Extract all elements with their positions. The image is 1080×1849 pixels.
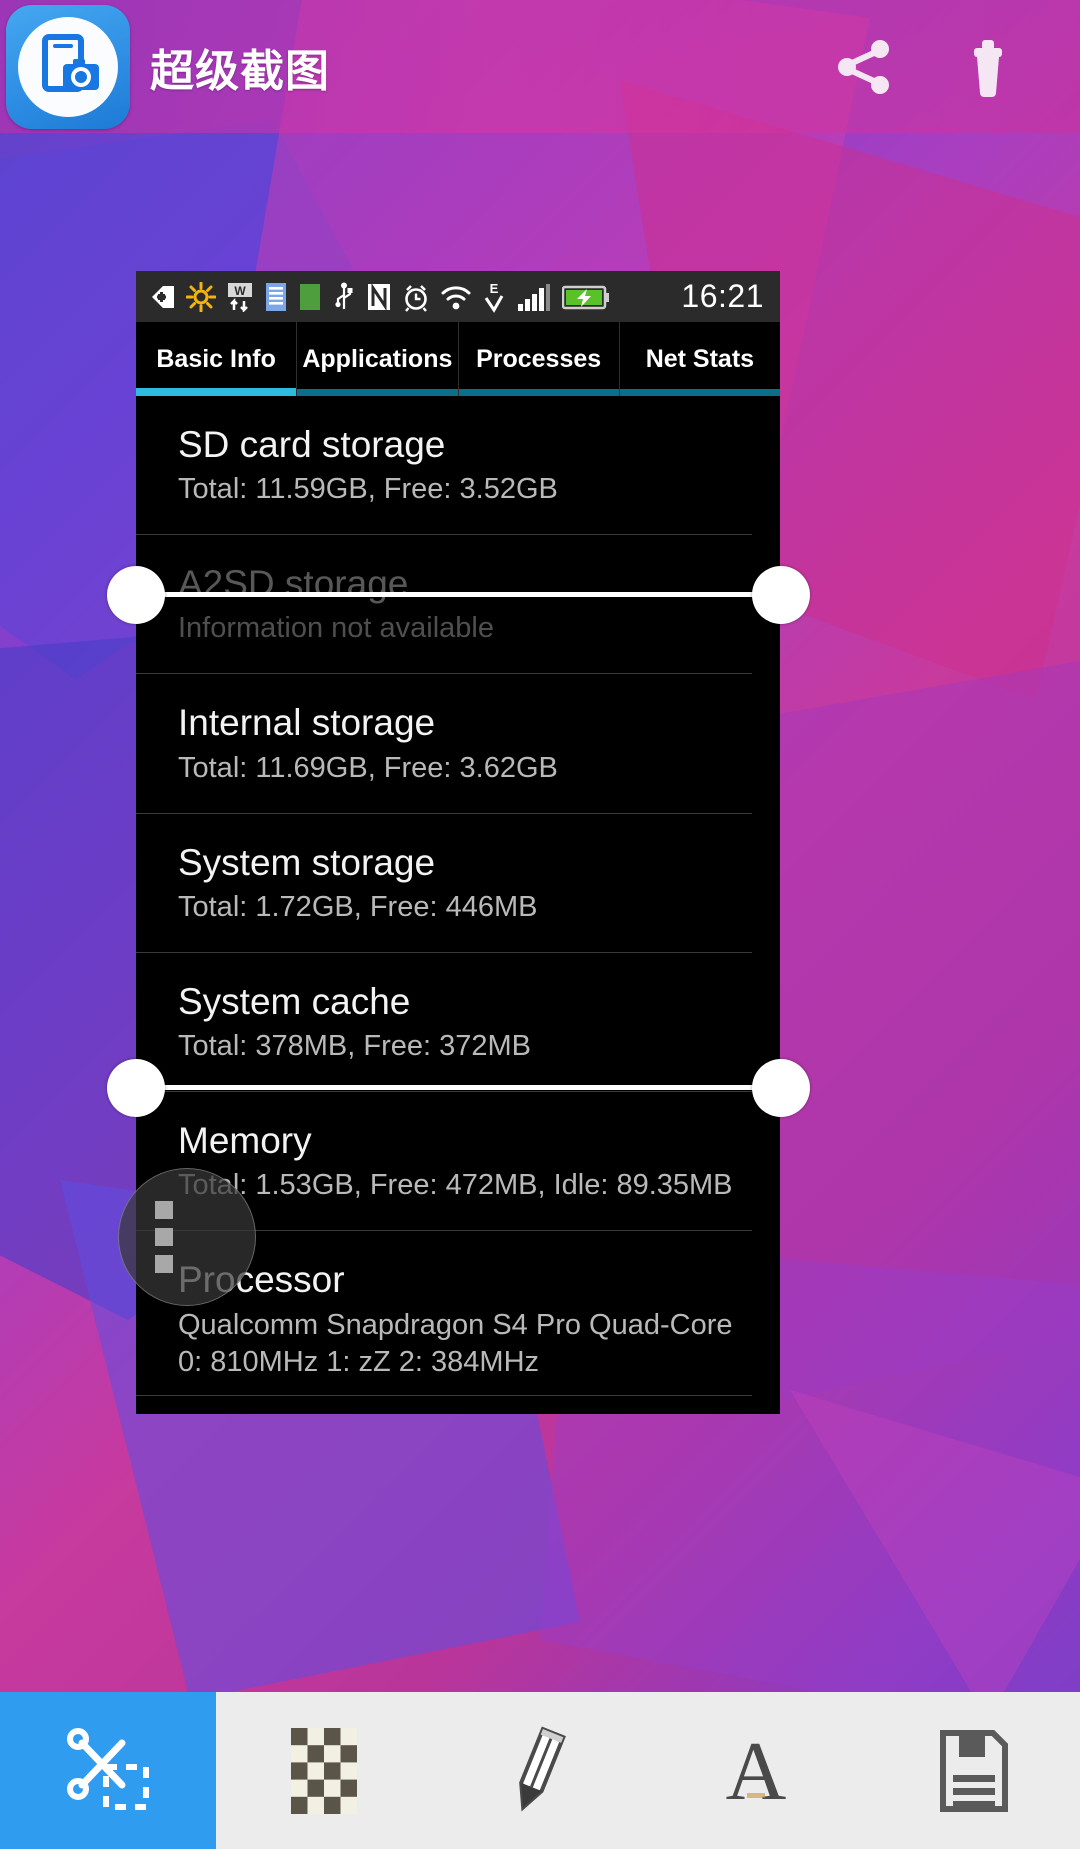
list-item[interactable]: System storage Total: 1.72GB, Free: 446M…: [136, 814, 752, 953]
list-item[interactable]: SD card storage Total: 11.59GB, Free: 3.…: [136, 396, 752, 536]
tab-indicator: [619, 389, 780, 396]
delete-icon[interactable]: [952, 31, 1024, 103]
w-sync-icon: W: [226, 282, 254, 312]
list-item-title: System storage: [178, 841, 436, 883]
usb-icon: [332, 282, 356, 312]
tab-label: Basic Info: [156, 344, 276, 373]
app-icon-disc: [18, 16, 118, 117]
status-bar-clock: 16:21: [681, 278, 764, 314]
app-title: 超级截图: [150, 46, 330, 96]
tab-indicator: [136, 388, 297, 396]
list-item: A2SD storage Information not available: [136, 535, 752, 675]
document-icon: [264, 282, 288, 312]
share-icon-glyph: [838, 39, 889, 94]
list-item-title: Memory: [178, 1120, 312, 1162]
text-a-icon: A: [726, 1725, 787, 1818]
alarm-clock-icon: [402, 282, 430, 312]
list-item-title: Processor: [178, 1259, 345, 1301]
crop-handle-bottom-right[interactable]: [752, 1059, 810, 1117]
edge-data-icon: E: [482, 281, 506, 313]
floppy-save-icon: [940, 1729, 1008, 1812]
list-item-subtitle: Total: 11.59GB, Free: 3.52GB: [178, 473, 558, 506]
list-item-subtitle: Total: 1.53GB, Free: 472MB, Idle: 89.35M…: [178, 1169, 733, 1202]
svg-text:A: A: [726, 1725, 787, 1818]
crop-tool[interactable]: [0, 1692, 216, 1849]
trash-icon-glyph: [974, 39, 1002, 97]
captured-tab-bar: Basic Info Applications Processes Net St…: [136, 322, 780, 396]
editor-toolbar: A: [0, 1692, 1080, 1849]
mosaic-tool[interactable]: [216, 1692, 432, 1849]
app-icon-screenshot: [6, 4, 130, 129]
list-item-subtitle: Total: 11.69GB, Free: 3.62GB: [178, 751, 558, 784]
signal-bars-icon: [516, 282, 552, 312]
app-bar-actions: [828, 31, 1024, 103]
list-item[interactable]: System cache Total: 378MB, Free: 372MB: [136, 953, 752, 1093]
text-tool[interactable]: A: [648, 1692, 864, 1849]
scissors-crop-icon: [67, 1727, 149, 1810]
crop-boundary-bottom[interactable]: [136, 1085, 780, 1090]
tab-label: Processes: [476, 344, 602, 373]
tab-label: Net Stats: [645, 344, 755, 373]
tab-indicator: [297, 389, 458, 396]
tab-indicator: [458, 389, 619, 396]
crop-handle-bottom-left[interactable]: [107, 1059, 165, 1117]
tab-basic-info[interactable]: Basic Info: [136, 322, 298, 396]
crop-handle-top-left[interactable]: [107, 566, 165, 624]
draw-tool[interactable]: [432, 1692, 648, 1849]
share-icon[interactable]: [828, 31, 900, 103]
list-item-subtitle: Total: 1.72GB, Free: 446MB: [178, 890, 538, 923]
wifi-icon: [440, 282, 472, 312]
svg-text:E: E: [490, 281, 499, 296]
mosaic-checkerboard-icon: [291, 1727, 357, 1814]
list-item-subtitle: Qualcomm Snapdragon S4 Pro Quad-Core 0: …: [178, 1308, 733, 1378]
back-tag-icon: [150, 284, 176, 310]
tab-label: Applications: [302, 344, 453, 373]
list-item-title: A2SD storage: [178, 563, 409, 605]
list-item-title: System cache: [178, 980, 411, 1022]
list-item[interactable]: Network fe80::ea99:c4ff:feb2:27a%wlan0, …: [136, 1396, 752, 1414]
floating-menu-widget[interactable]: [118, 1168, 256, 1306]
battery-charging-icon: [562, 282, 610, 312]
list-item-subtitle: Total: 378MB, Free: 372MB: [178, 1030, 531, 1063]
brightness-sun-icon: [186, 281, 216, 312]
app-bar: 超级截图: [0, 0, 1080, 133]
tab-applications[interactable]: Applications: [297, 322, 459, 396]
svg-text:W: W: [234, 284, 246, 298]
phone-camera-icon: [42, 33, 99, 92]
crop-boundary-top[interactable]: [136, 592, 780, 597]
save-tool[interactable]: [864, 1692, 1080, 1849]
list-item-subtitle: Information not available: [178, 612, 494, 645]
pencil-icon: [519, 1725, 566, 1811]
crop-handle-top-right[interactable]: [752, 566, 810, 624]
list-item-title: Internal storage: [178, 702, 436, 744]
tab-net-stats[interactable]: Net Stats: [619, 322, 780, 396]
tab-processes[interactable]: Processes: [458, 322, 620, 396]
green-square-icon: [298, 282, 322, 312]
nfc-icon: [366, 282, 392, 312]
list-item-title: SD card storage: [178, 424, 446, 465]
more-dots-icon: [155, 1201, 173, 1273]
captured-status-bar: W E 16:21: [136, 271, 780, 322]
list-item[interactable]: Internal storage Total: 11.69GB, Free: 3…: [136, 674, 752, 814]
